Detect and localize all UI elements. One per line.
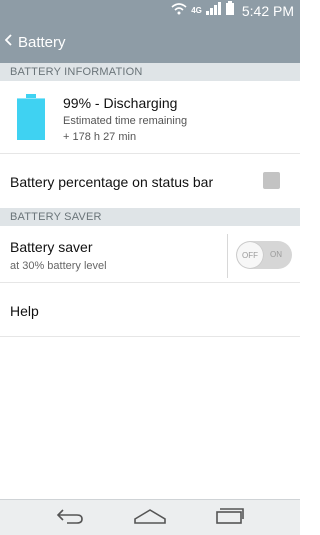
battery-percentage-label: Battery percentage on status bar (10, 174, 214, 190)
app-bar: Battery (0, 21, 300, 63)
page-title: Battery (18, 33, 66, 51)
back-icon (55, 507, 85, 530)
status-time: 5:42 PM (241, 2, 294, 19)
battery-saver-label: Battery saver (10, 239, 93, 255)
battery-information-panel: 99% - Discharging Estimated time remaini… (0, 81, 300, 153)
battery-status-icon (225, 1, 234, 20)
toggle-on-label: ON (270, 250, 282, 259)
section-header-battery-saver: BATTERY SAVER (0, 208, 300, 226)
toggle-off-label: OFF (242, 250, 258, 260)
back-button[interactable] (0, 21, 18, 63)
battery-saver-sublabel: at 30% battery level (10, 260, 107, 272)
chevron-left-icon (4, 33, 13, 51)
section-title: BATTERY SAVER (10, 211, 102, 223)
vertical-divider (227, 234, 228, 278)
section-title: BATTERY INFORMATION (10, 66, 143, 78)
home-icon (133, 507, 167, 530)
section-header-battery-information: BATTERY INFORMATION (0, 63, 300, 81)
nav-back-button[interactable] (50, 506, 90, 530)
signal-icon (205, 1, 222, 20)
help-row[interactable]: Help (0, 283, 300, 336)
help-label: Help (10, 303, 39, 319)
recents-icon (215, 507, 245, 530)
battery-percentage-checkbox[interactable] (263, 172, 280, 189)
status-bar: 4G 5:42 PM (0, 0, 300, 21)
navigation-bar (0, 499, 300, 535)
battery-percentage-row[interactable]: Battery percentage on status bar (0, 154, 300, 207)
status-icons: 4G 5:42 PM (171, 0, 294, 21)
nav-home-button[interactable] (130, 506, 170, 530)
battery-level-icon (17, 94, 45, 145)
estimated-time-label: Estimated time remaining (63, 115, 188, 127)
nav-recents-button[interactable] (210, 506, 250, 530)
wifi-icon (171, 2, 187, 20)
divider (0, 336, 300, 337)
toggle-knob: OFF (237, 242, 263, 268)
network-type-icon: 4G (191, 6, 202, 15)
battery-saver-toggle[interactable]: OFF ON (236, 241, 292, 269)
battery-status-text: 99% - Discharging (63, 95, 178, 111)
estimated-time-value: + 178 h 27 min (63, 131, 137, 143)
